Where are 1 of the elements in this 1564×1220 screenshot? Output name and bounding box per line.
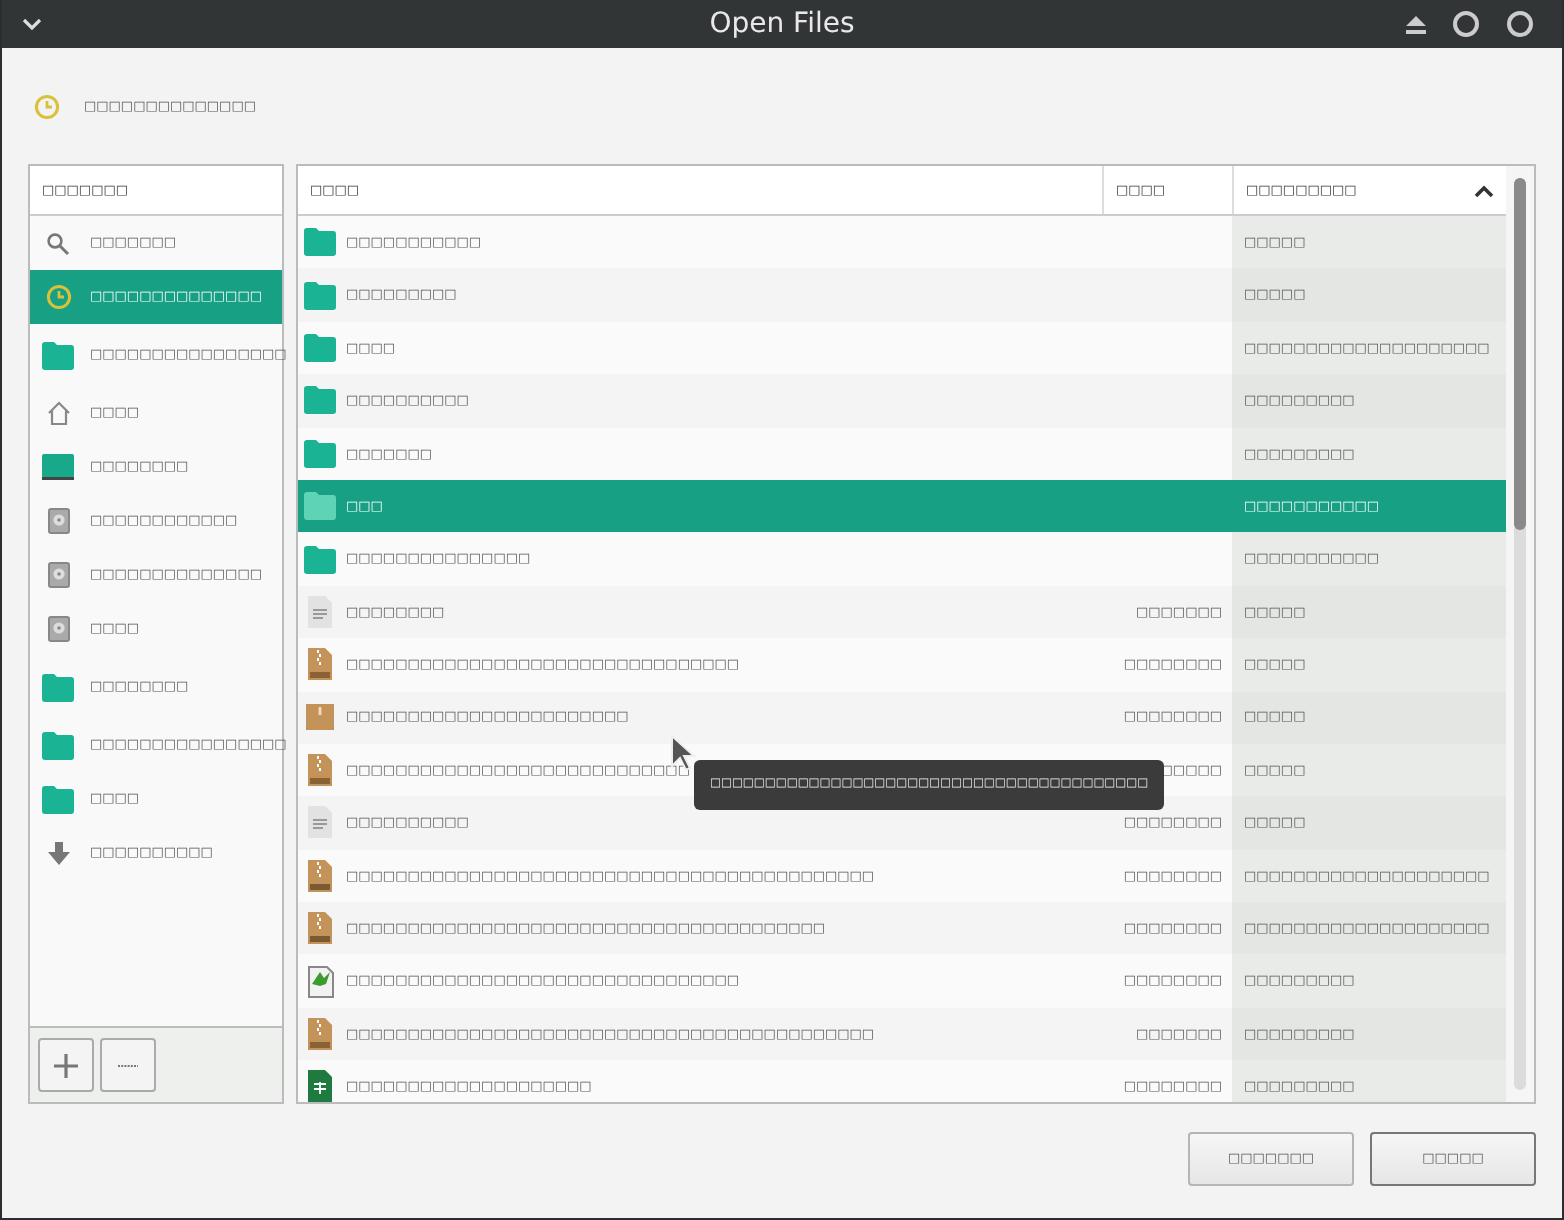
window-title: Open Files bbox=[709, 5, 855, 43]
